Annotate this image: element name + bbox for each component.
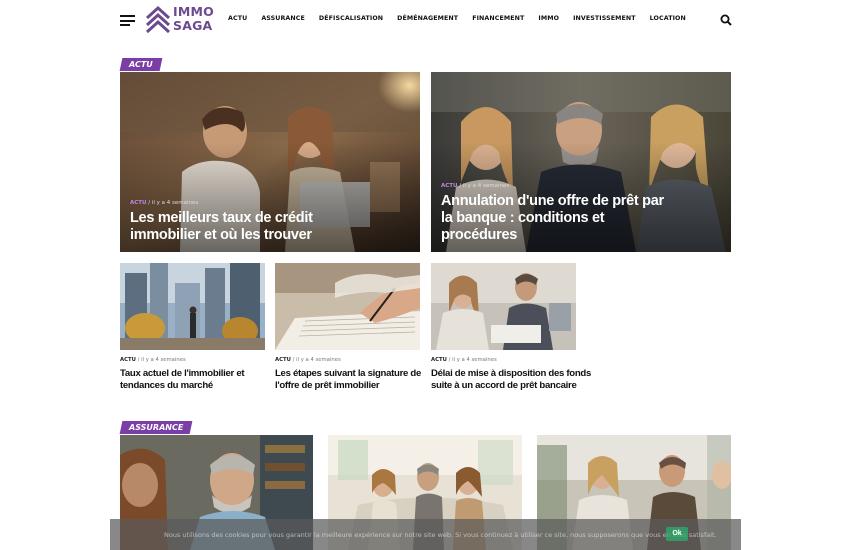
featured-article-1[interactable]: ACTU / il y a 4 semaines Les meilleurs t… [120,72,420,252]
article-title[interactable]: Les meilleurs taux de crédit immobilier … [130,210,313,244]
nav-assurance[interactable]: ASSURANCE [261,15,305,22]
section-tag-label: ACTU [129,60,153,69]
article-meta: ACTU / il y a 4 semaines [130,200,199,206]
article-category[interactable]: ACTU [275,357,291,363]
article-thumbnail[interactable] [431,263,576,350]
article-title-line: la banque : conditions et [441,210,605,226]
nav-location[interactable]: LOCATION [650,15,686,22]
cookie-accept-button[interactable]: Ok [666,527,688,541]
search-icon[interactable] [720,14,732,26]
article-title-line: Délai de mise à disposition des fonds [431,368,592,379]
article-title-line: suite à un accord de prêt bancaire [431,380,577,391]
article-category[interactable]: ACTU [431,357,447,363]
hamburger-icon[interactable] [120,15,135,26]
nav-defiscalisation[interactable]: DÉFISCALISATION [319,15,383,22]
cookie-message: Nous utilisons des cookies pour vous gar… [164,531,717,539]
article-title[interactable]: Annulation d'une offre de prêt par la ba… [441,193,664,244]
logo-text: IMMO SAGA [173,5,214,33]
article-meta: ACTU / il y a 4 semaines [441,183,510,189]
logo-line-1: IMMO [173,4,214,19]
section-tag-actu[interactable]: ACTU [119,58,163,71]
article-category[interactable]: ACTU [120,357,136,363]
article-date: il y a 4 semaines [151,200,199,206]
nav-immo[interactable]: IMMO [538,15,559,22]
article-title-line: Annulation d'une offre de prêt par [441,193,664,209]
article-date: il y a 4 semaines [452,357,497,363]
article-title[interactable]: Les étapes suivant la signature de l'off… [275,368,421,392]
cookie-banner: Nous utilisons des cookies pour vous gar… [110,519,741,550]
featured-article-2[interactable]: ACTU / il y a 4 semaines Annulation d'un… [431,72,731,252]
section-tag-label: ASSURANCE [129,423,184,432]
article-date: il y a 4 semaines [141,357,186,363]
article-title-line: tendances du marché [120,380,213,391]
article-category[interactable]: ACTU [441,183,458,189]
logo-line-2: SAGA [173,18,213,33]
article-category[interactable]: ACTU [130,200,147,206]
article-title-line: immobilier et où les trouver [130,227,312,243]
section-tag-assurance[interactable]: ASSURANCE [119,421,193,434]
nav-investissement[interactable]: INVESTISSEMENT [573,15,636,22]
article-title-line: Taux actuel de l'immobilier et [120,368,245,379]
article-date: il y a 4 semaines [462,183,510,189]
nav-financement[interactable]: FINANCEMENT [472,15,524,22]
article-date: il y a 4 semaines [296,357,341,363]
main-nav: ACTU ASSURANCE DÉFISCALISATION DÉMÉNAGEM… [228,15,700,22]
article-title-line: l'offre de prêt immobilier [275,380,380,391]
article-thumbnail[interactable] [120,263,265,350]
article-title[interactable]: Délai de mise à disposition des fonds su… [431,368,591,392]
article-meta: ACTU / il y a 4 semaines [120,357,186,363]
site-header: IMMO SAGA ACTU ASSURANCE DÉFISCALISATION… [0,0,850,42]
site-logo[interactable]: IMMO SAGA [145,4,215,36]
logo-house-icon [145,5,171,34]
article-meta: ACTU / il y a 4 semaines [431,357,497,363]
article-title-line: Les meilleurs taux de crédit [130,210,313,226]
nav-demenagement[interactable]: DÉMÉNAGEMENT [397,15,458,22]
article-title[interactable]: Taux actuel de l'immobilier et tendances… [120,368,245,392]
article-meta: ACTU / il y a 4 semaines [275,357,341,363]
article-thumbnail[interactable] [275,263,420,350]
nav-actu[interactable]: ACTU [228,15,247,22]
article-title-line: Les étapes suivant la signature de [275,368,422,379]
article-title-line: procédures [441,227,517,243]
